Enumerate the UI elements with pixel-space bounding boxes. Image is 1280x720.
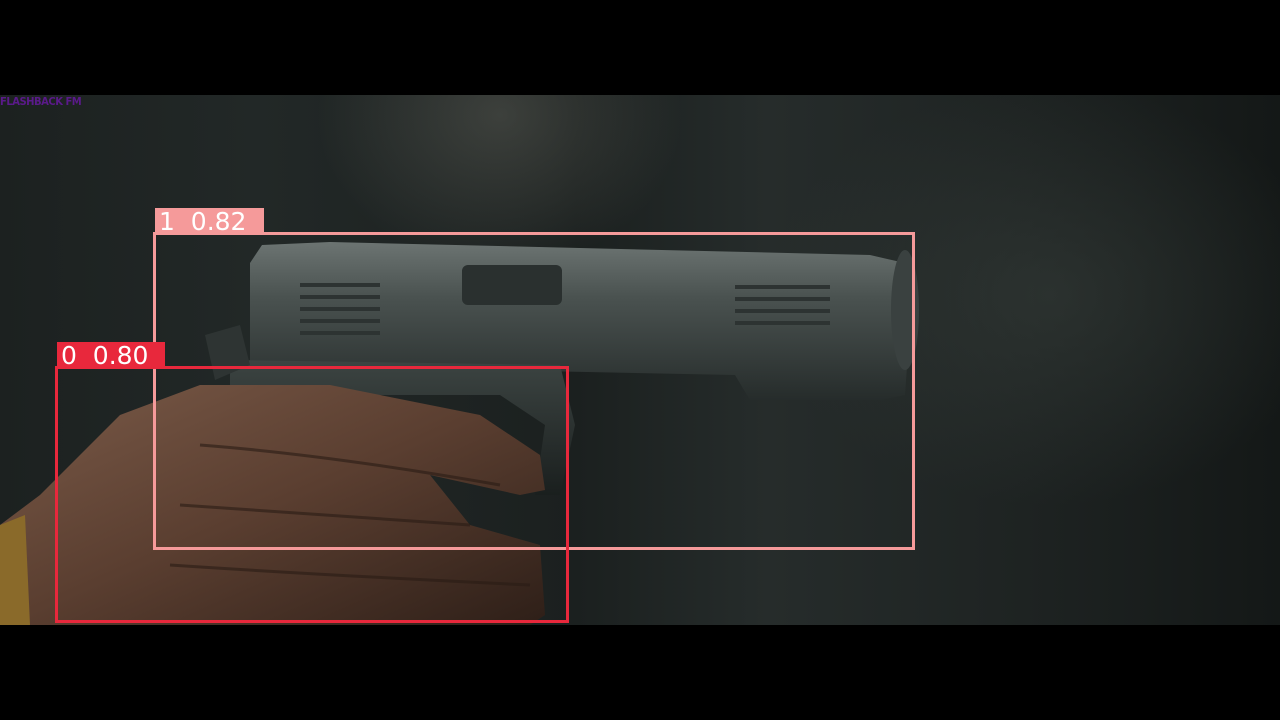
bounding-box-hand — [55, 366, 569, 623]
video-frame: FLASHBACK FM 1 0.82 0 0.80 — [0, 0, 1280, 720]
watermark-text: FLASHBACK FM — [0, 96, 82, 109]
bounding-box-label-hand: 0 0.80 — [57, 342, 165, 369]
letterbox-top — [0, 0, 1280, 95]
bounding-box-label-pistol: 1 0.82 — [155, 208, 264, 235]
letterbox-bottom — [0, 625, 1280, 720]
sleeve — [0, 515, 30, 625]
